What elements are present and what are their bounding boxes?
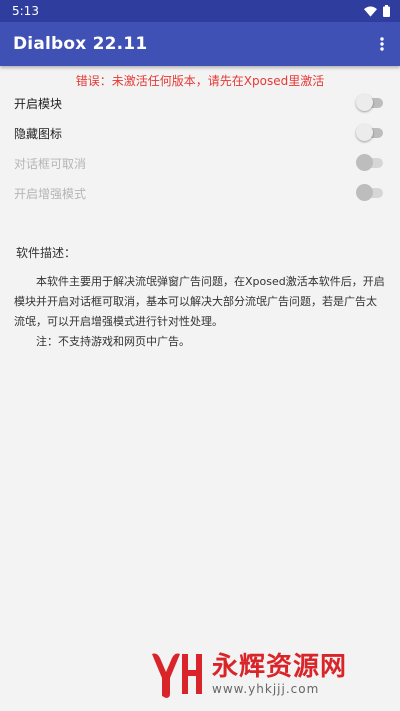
status-time: 5:13 — [12, 4, 39, 18]
dialog-cancelable-switch — [356, 154, 386, 172]
watermark: 永辉资源网 www.yhkjjj.com — [148, 648, 347, 700]
status-icons — [364, 5, 390, 17]
setting-hide-icon[interactable]: 隐藏图标 — [14, 121, 386, 145]
hide-icon-switch[interactable] — [356, 124, 386, 142]
more-vert-icon — [380, 37, 384, 51]
setting-dialog-cancelable: 对话框可取消 — [14, 151, 386, 175]
error-message: 错误：未激活任何版本，请先在Xposed里激活 — [75, 74, 325, 88]
app-title: Dialbox 22.11 — [13, 34, 148, 54]
setting-label: 开启模块 — [14, 96, 63, 111]
description-body: 本软件主要用于解决流氓弹窗广告问题，在Xposed激活本软件后，开启模块并开启对… — [14, 272, 386, 352]
setting-enable-module[interactable]: 开启模块 — [14, 91, 386, 115]
enable-module-switch[interactable] — [356, 94, 386, 112]
setting-label: 隐藏图标 — [14, 126, 63, 141]
description-note: 注：不支持游戏和网页中广告。 — [36, 335, 190, 348]
yh-logo — [152, 653, 202, 698]
wifi-icon — [364, 6, 377, 17]
description-title: 软件描述： — [16, 246, 77, 260]
description-paragraph: 本软件主要用于解决流氓弹窗广告问题，在Xposed激活本软件后，开启模块并开启对… — [14, 275, 385, 328]
enhanced-mode-switch — [356, 184, 386, 202]
overflow-menu-button[interactable] — [372, 29, 392, 59]
battery-icon — [383, 5, 390, 17]
app-bar: Dialbox 22.11 — [0, 22, 400, 66]
watermark-url: www.yhkjjj.com — [212, 682, 320, 696]
setting-label: 对话框可取消 — [14, 156, 87, 171]
setting-enhanced-mode: 开启增强模式 — [14, 181, 386, 205]
status-bar: 5:13 — [0, 0, 400, 22]
watermark-name: 永辉资源网 — [212, 652, 348, 682]
setting-label: 开启增强模式 — [14, 186, 87, 201]
